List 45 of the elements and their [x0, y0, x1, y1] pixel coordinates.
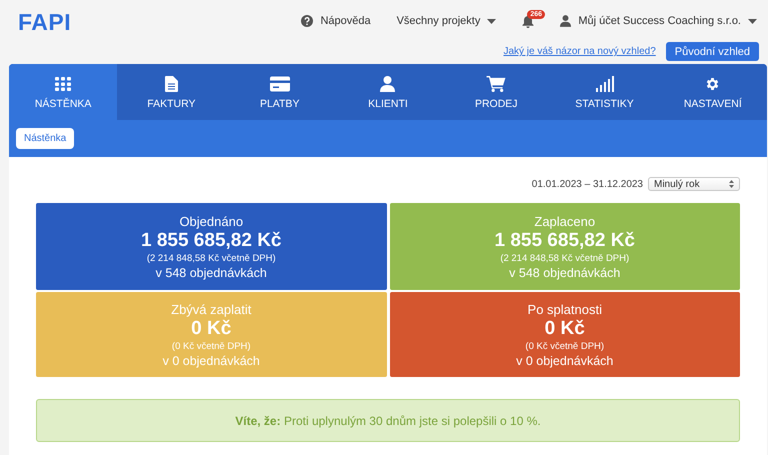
bell-icon[interactable] [522, 14, 534, 28]
signal-bars-icon [596, 76, 614, 92]
date-range: 01.01.2023 – 31.12.2023 [532, 178, 643, 190]
cart-icon [486, 76, 506, 92]
feedback-link[interactable]: Jaký je váš názor na nový vzhled? [503, 46, 656, 57]
tip-text: Víte, že: Proti uplynulým 30 dnům jste si polepšili o 10 %. [235, 414, 541, 428]
vat-note: (0 Kč včetně DPH) [525, 340, 604, 352]
card-amount: 1 855 685,82 Kč [494, 230, 635, 252]
vat-note: (2 214 848,58 Kč včetně DPH) [500, 252, 630, 264]
nav-tab[interactable]: FAKTURY [117, 64, 226, 120]
stepper-icon [729, 180, 734, 188]
period-select[interactable]: Minulý rok [648, 177, 740, 191]
card-title: Zbývá zaplatit [171, 302, 252, 316]
card-amount: 1 855 685,82 Kč [140, 230, 282, 252]
order-count: v 548 objednávkách [156, 266, 267, 280]
order-count: v 0 objednávkách [162, 354, 260, 368]
help-link[interactable]: Nápověda [320, 15, 371, 27]
nav-tab[interactable]: PLATBY [226, 64, 334, 120]
nav-tab[interactable]: STATISTIKY [550, 64, 659, 120]
order-count: v 0 objednávkách [516, 354, 614, 368]
nav-tab[interactable]: NÁSTĚNKA [9, 64, 118, 120]
account-menu[interactable]: Můj účet Success Coaching s.r.o. [578, 15, 741, 27]
card-amount: 0 Kč [544, 318, 585, 340]
logo[interactable]: FAPI [18, 9, 72, 35]
breadcrumb-button[interactable]: Nástěnka [16, 128, 74, 149]
document-icon [164, 76, 178, 92]
vat-note: (2 214 848,58 Kč včetně DPH) [146, 252, 276, 264]
grid-icon [55, 76, 72, 92]
projects-dropdown[interactable]: Všechny projekty [396, 15, 480, 27]
caret-icon [748, 18, 757, 24]
user-icon [560, 15, 572, 27]
nav-tab[interactable]: PRODEJ [442, 64, 550, 120]
order-count: v 548 objednávkách [509, 266, 620, 280]
help-icon [301, 15, 314, 27]
vat-note: (0 Kč včetně DPH) [172, 340, 251, 352]
original-look-button[interactable]: Původní vzhled [666, 42, 759, 61]
nav-tab[interactable]: NASTAVENÍ [658, 64, 767, 120]
nav-tab[interactable]: KLIENTI [334, 64, 442, 120]
credit-card-icon [270, 76, 290, 92]
card-title: Po splatnosti [528, 302, 602, 316]
card-title: Objednáno [179, 214, 244, 228]
card-amount: 0 Kč [191, 318, 232, 340]
user-icon [380, 76, 396, 92]
card-title: Zaplaceno [534, 214, 596, 228]
caret-icon [487, 18, 496, 24]
